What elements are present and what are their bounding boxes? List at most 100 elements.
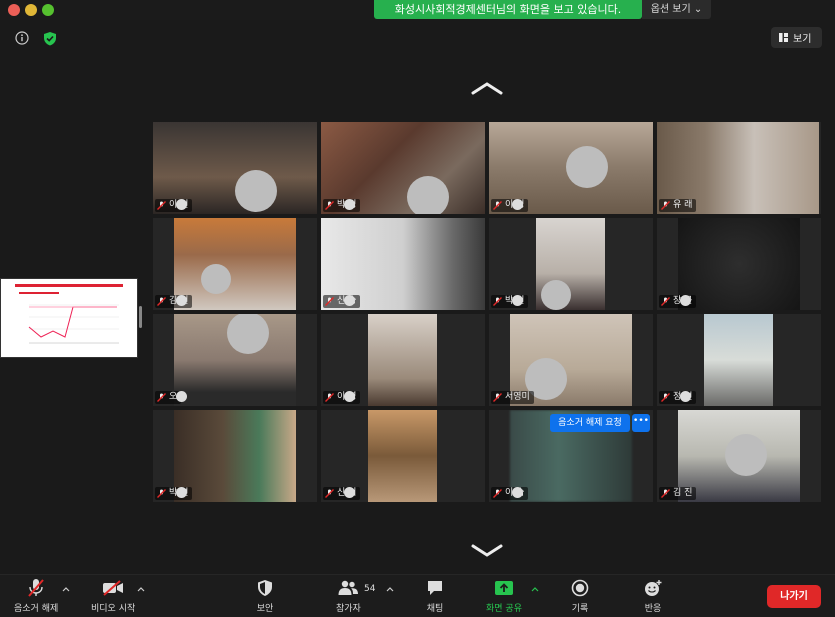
share-options-caret-icon[interactable] [531,586,539,592]
video-tile[interactable]: 신 이 [321,410,485,502]
video-tile[interactable]: 정 연 [657,314,821,406]
muted-mic-icon [661,297,670,306]
share-screen-button[interactable]: 화면 공유 [486,578,522,614]
view-options-label: 옵션 보기 [650,4,691,15]
leave-meeting-button[interactable]: 나가기 [767,585,821,608]
reactions-button[interactable]: 반응 [642,578,664,614]
video-feed [678,218,800,310]
view-button[interactable]: 보기 [771,27,822,48]
muted-mic-icon [157,297,166,306]
record-icon [571,579,589,597]
name-tag-dot [176,391,187,402]
meeting-info-button[interactable] [12,28,32,48]
minimize-window-button[interactable] [25,4,37,16]
blurred-face [227,314,269,354]
participants-icon [338,580,359,595]
muted-mic-icon [325,201,334,210]
record-button[interactable]: 기록 [569,578,591,614]
video-tile[interactable]: 유 래 [657,122,821,214]
name-tag-dot [344,199,355,210]
video-feed [368,410,437,502]
video-options-caret-icon[interactable] [137,586,145,592]
blurred-face [541,280,571,310]
blurred-face [407,176,449,214]
muted-mic-icon [493,297,502,306]
name-tag-dot [344,487,355,498]
video-tile[interactable]: 장 곤 [657,218,821,310]
video-tile[interactable]: 이 현 [153,122,317,214]
video-tile[interactable]: 김 현 [153,218,317,310]
share-screen-label: 화면 공유 [486,604,522,614]
previous-page-icon[interactable] [470,80,504,96]
video-tile[interactable]: 박 정 [321,122,485,214]
chat-icon [428,581,442,595]
name-tag-dot [344,295,355,306]
security-button[interactable]: 보안 [254,578,276,614]
muted-mic-icon [661,489,670,498]
close-window-button[interactable] [8,4,20,16]
video-tile[interactable]: 김 진 [657,410,821,502]
muted-mic-icon [28,579,44,597]
request-unmute-button[interactable]: 음소거 해제 요청 [550,414,630,432]
participants-count: 54 [364,584,376,594]
start-video-label: 비디오 시작 [91,604,136,614]
muted-mic-icon [661,393,670,402]
zoom-window-button[interactable] [42,4,54,16]
share-screen-icon [494,581,513,595]
name-tag-dot [680,391,691,402]
video-tile[interactable]: 오 [153,314,317,406]
next-page-icon[interactable] [470,543,504,559]
muted-mic-icon [157,489,166,498]
video-tile[interactable]: 서영미 [489,314,653,406]
smiley-plus-icon [645,580,662,596]
name-tag-dot [512,295,523,306]
shield-check-icon [44,31,56,45]
blurred-face [235,170,277,212]
record-label: 기록 [571,604,589,614]
muted-mic-icon [325,489,334,498]
video-tile[interactable]: 신 승 [321,218,485,310]
screen-share-banner: 화성시사회적경제센터님의 화면을 보고 있습니다. [374,0,642,19]
participants-label: 참가자 [336,604,361,614]
encryption-button[interactable] [40,28,60,48]
video-feed [174,218,296,310]
video-off-icon [103,580,124,596]
video-tile[interactable]: 이 영 [321,314,485,406]
blurred-face [566,146,608,188]
muted-mic-icon [493,393,502,402]
name-tag-dot [176,487,187,498]
name-tag-dot [344,391,355,402]
info-icon [15,31,29,45]
shared-screen-thumbnail[interactable] [0,278,138,358]
muted-mic-icon [157,393,166,402]
slide-chart-image [19,292,119,344]
name-tag-dot [512,487,523,498]
muted-mic-icon [493,489,502,498]
shared-slide [15,284,123,356]
unmute-button[interactable]: 음소거 해제 [14,578,58,614]
chevron-down-icon: ⌄ [693,4,703,15]
video-feed [368,314,437,406]
participants-button[interactable]: 참가자 [336,578,361,614]
video-tile[interactable]: 박 연 [153,410,317,502]
participants-options-caret-icon[interactable] [386,586,394,592]
gallery-view: 이 현 박 정 이 정 유 래 김 현 신 승 박 [153,122,821,504]
blurred-face [201,264,231,294]
view-options-dropdown[interactable]: 옵션 보기 ⌄ [642,0,711,19]
video-tile[interactable]: 박 원 [489,218,653,310]
audio-options-caret-icon[interactable] [62,586,70,592]
more-options-button[interactable]: ••• [632,414,650,432]
view-label: 보기 [793,34,812,45]
security-label: 보안 [256,604,274,614]
name-tag-dot [512,199,523,210]
muted-mic-icon [157,201,166,210]
chat-label: 채팅 [426,604,444,614]
start-video-button[interactable]: 비디오 시작 [91,578,135,614]
chat-button[interactable]: 채팅 [424,578,446,614]
grid-view-icon [779,33,788,42]
panel-resize-handle[interactable] [139,306,142,328]
name-tag-dot [680,295,691,306]
video-tile[interactable]: 이 정 [489,122,653,214]
video-feed [704,314,773,406]
muted-mic-icon [661,201,670,210]
